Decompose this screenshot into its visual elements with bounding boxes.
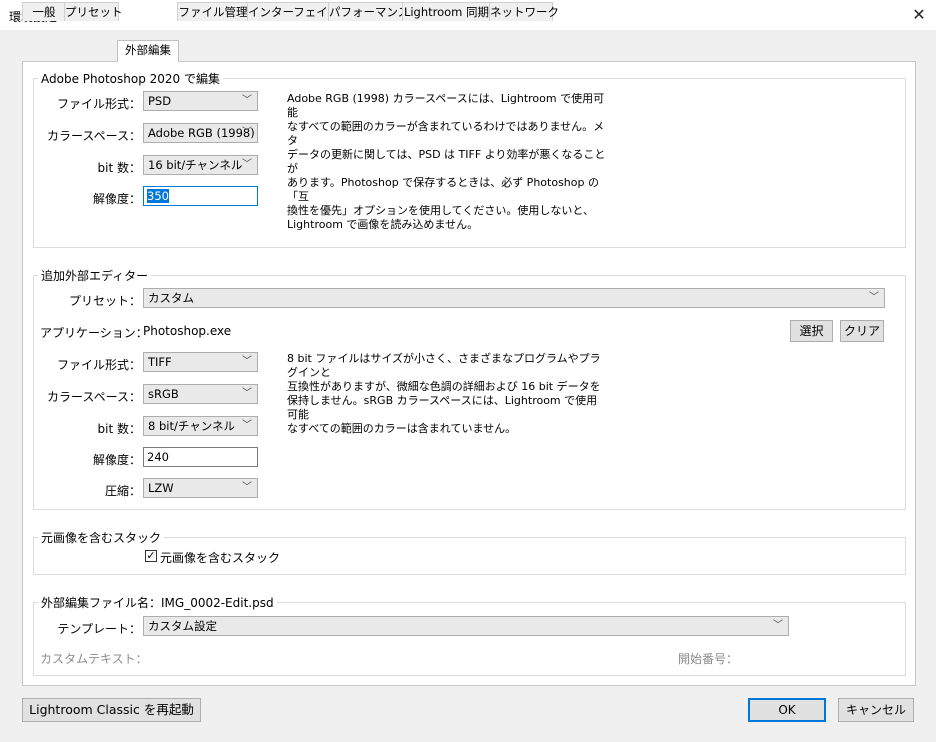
ps-description: Adobe RGB (1998) カラースペースには、Lightroom で使用… bbox=[287, 92, 606, 231]
close-icon[interactable]: ✕ bbox=[904, 4, 934, 26]
chevron-down-icon: ﹀ bbox=[242, 388, 252, 399]
custom-text-label: カスタムテキスト： bbox=[40, 652, 148, 666]
tab-file-handling[interactable]: ファイル管理 bbox=[177, 2, 249, 21]
photoshop-group-label: Adobe Photoshop 2020 で編集 bbox=[38, 70, 223, 87]
ed-bit-depth-select[interactable]: 8 bit/チャンネル ﹀ bbox=[143, 416, 258, 436]
naming-group bbox=[33, 602, 906, 676]
start-number-label: 開始番号： bbox=[677, 652, 738, 666]
preset-label: プリセット： bbox=[68, 294, 141, 308]
application-label: アプリケーション： bbox=[40, 326, 148, 340]
additional-editor-group-label: 追加外部エディター bbox=[38, 267, 152, 284]
application-value: Photoshop.exe bbox=[143, 324, 232, 338]
chevron-down-icon: ﹀ bbox=[869, 292, 879, 303]
chevron-down-icon: ﹀ bbox=[242, 127, 252, 138]
ps-bit-depth-select[interactable]: 16 bit/チャンネル ﹀ bbox=[143, 155, 258, 175]
ok-button[interactable]: OK bbox=[748, 698, 826, 722]
tab-network[interactable]: ネットワーク bbox=[489, 2, 559, 21]
ps-color-space-select[interactable]: Adobe RGB (1998) ﹀ bbox=[143, 123, 258, 143]
tab-interface[interactable]: インターフェイス bbox=[247, 2, 339, 21]
ps-file-format-select[interactable]: PSD ﹀ bbox=[143, 91, 258, 111]
template-select[interactable]: カスタム設定 ﹀ bbox=[143, 616, 789, 636]
ed-file-format-label: ファイル形式： bbox=[56, 358, 141, 372]
ps-file-format-label: ファイル形式： bbox=[56, 97, 141, 111]
chevron-down-icon: ﹀ bbox=[242, 482, 252, 493]
ps-resolution-label: 解像度： bbox=[92, 192, 141, 206]
tab-external-editing[interactable]: 外部編集 bbox=[117, 40, 179, 62]
ed-resolution-input[interactable]: 240 bbox=[143, 447, 258, 467]
compression-label: 圧縮： bbox=[104, 484, 141, 498]
choose-button[interactable]: 選択 bbox=[790, 320, 833, 342]
ps-bit-depth-label: bit 数： bbox=[97, 161, 141, 175]
ed-color-space-label: カラースペース： bbox=[47, 390, 141, 404]
restart-button[interactable]: Lightroom Classic を再起動 bbox=[22, 698, 201, 722]
compression-select[interactable]: LZW ﹀ bbox=[143, 478, 258, 498]
tab-lightroom-sync[interactable]: Lightroom 同期 bbox=[402, 2, 491, 21]
stack-checkbox[interactable]: ✓ bbox=[145, 550, 157, 562]
naming-group-label: 外部編集ファイル名：IMG_0002-Edit.psd bbox=[38, 594, 277, 611]
preset-select[interactable]: カスタム ﹀ bbox=[143, 288, 885, 308]
chevron-down-icon: ﹀ bbox=[773, 620, 783, 631]
clear-button[interactable]: クリア bbox=[840, 320, 884, 342]
ed-bit-depth-label: bit 数： bbox=[97, 422, 141, 436]
stack-group-label: 元画像を含むスタック bbox=[38, 529, 165, 546]
ed-color-space-select[interactable]: sRGB ﹀ bbox=[143, 384, 258, 404]
ps-color-space-label: カラースペース： bbox=[47, 129, 141, 143]
tab-performance[interactable]: パフォーマンス bbox=[328, 2, 409, 21]
chevron-down-icon: ﹀ bbox=[242, 159, 252, 170]
tab-presets[interactable]: プリセット bbox=[64, 2, 123, 21]
stack-checkbox-label[interactable]: 元画像を含むスタック bbox=[160, 549, 280, 566]
chevron-down-icon: ﹀ bbox=[242, 356, 252, 367]
tab-general[interactable]: 一般 bbox=[22, 2, 66, 21]
chevron-down-icon: ﹀ bbox=[242, 420, 252, 431]
chevron-down-icon: ﹀ bbox=[242, 95, 252, 106]
ps-resolution-input[interactable]: 350 bbox=[143, 186, 258, 206]
cancel-button[interactable]: キャンセル bbox=[838, 698, 914, 722]
ed-description: 8 bit ファイルはサイズが小さく、さまざまなプログラムやプラグインと 互換性… bbox=[287, 352, 601, 435]
ed-file-format-select[interactable]: TIFF ﹀ bbox=[143, 352, 258, 372]
template-label: テンプレート： bbox=[57, 622, 141, 636]
ed-resolution-label: 解像度： bbox=[92, 453, 141, 467]
